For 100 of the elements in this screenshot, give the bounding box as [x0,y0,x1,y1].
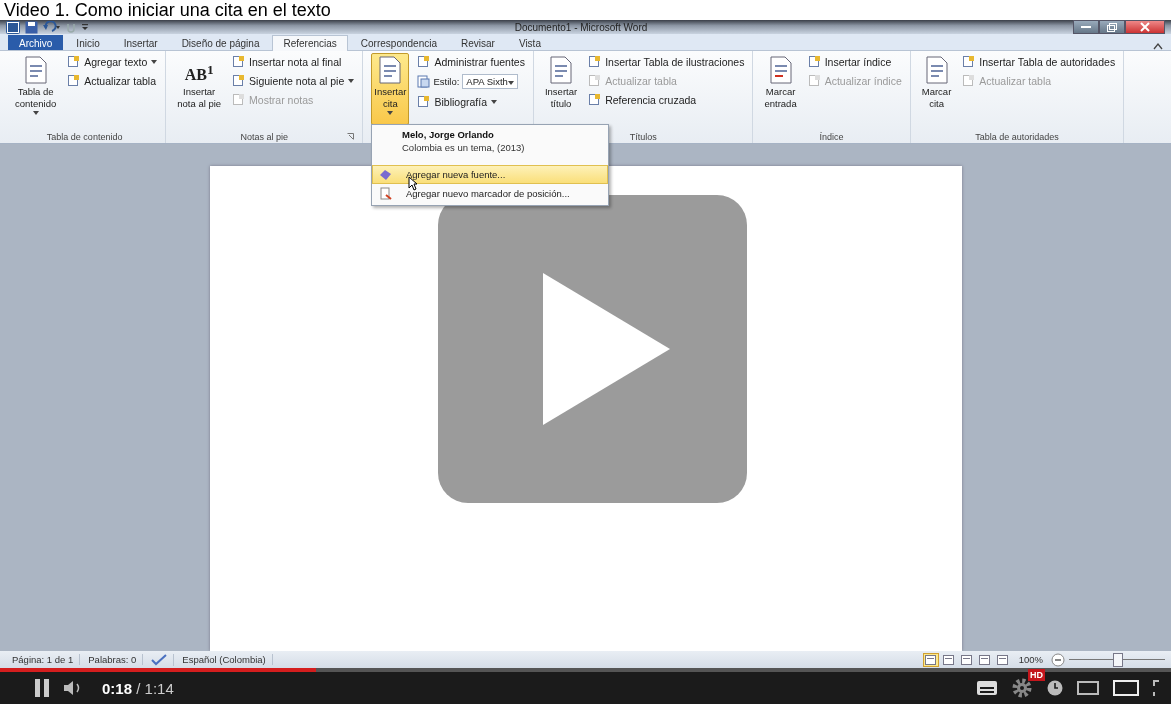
document-icon [588,93,602,106]
ribbon-button[interactable]: Siguiente nota al pie [232,74,355,87]
ribbon-tab[interactable]: Revisar [450,35,506,50]
zoom-out-icon[interactable] [1051,652,1065,667]
close-button[interactable] [1125,20,1165,34]
document-icon [962,74,976,87]
ribbon-group-label: Notas al pie [240,131,288,142]
ribbon-group-label: Tabla de autoridades [975,131,1059,142]
document-icon [67,55,81,68]
citation-menu-item[interactable]: Melo, Jorge Orlando Colombia es un tema, (2013) [372,127,608,165]
ribbon-tab[interactable]: Correspondencia [349,35,448,50]
undo-icon[interactable] [43,21,61,33]
style-label: Estilo: [433,76,460,87]
caret-icon [491,99,497,104]
view-button[interactable] [958,652,975,667]
view-icon [943,654,955,665]
status-text[interactable]: Español (Colombia) [176,654,273,665]
minimize-ribbon-icon[interactable] [1153,42,1163,50]
document-icon [417,95,431,108]
ribbon-group-label: Índice [819,131,844,142]
ribbon-tab[interactable]: Vista [507,35,552,50]
document-icon [923,56,950,84]
video-duration: 1:14 [144,679,174,697]
redo-icon[interactable] [66,21,76,33]
view-button[interactable] [922,652,939,667]
menu-item[interactable]: Agregar nueva fuente... [372,165,608,184]
ribbon-large-button[interactable]: Insertar cita [371,53,410,125]
caret-icon [32,111,39,115]
proofing-check-icon[interactable] [151,653,168,666]
document-icon [767,56,794,84]
document-icon [588,55,602,68]
large-player-icon[interactable] [1113,680,1139,696]
footnote-glyph-icon: AB$^{1}$ [184,56,214,84]
ribbon-button[interactable]: Bibliografía [417,95,525,108]
style-icon [417,75,431,88]
caret-icon [151,59,158,64]
play-pause-button[interactable] [34,679,50,697]
hd-badge: HD [1028,669,1045,681]
document-icon [807,55,821,68]
ribbon-button[interactable]: Actualizar tabla [67,74,158,87]
document-icon [232,74,246,87]
document-icon [22,56,49,84]
ribbon-tab[interactable]: Diseño de página [170,35,271,50]
zoom-slider-thumb[interactable] [1113,652,1123,667]
restore-icon [1107,22,1117,32]
ribbon-button[interactable]: Administrar fuentes [417,55,525,68]
video-caption: Video 1. Como iniciar una cita en el texto [3,0,332,20]
view-icon [979,654,991,665]
save-icon[interactable] [25,20,38,34]
restore-button[interactable] [1099,20,1125,34]
style-dropdown[interactable]: APA Sixth [462,74,518,89]
menu-item[interactable]: Agregar nuevo marcador de posición... [372,184,608,203]
ribbon-large-button[interactable]: Marcar entrada [761,53,800,125]
minimize-button[interactable] [1073,20,1099,34]
ribbon-button[interactable]: Insertar Tabla de ilustraciones [588,55,745,68]
current-time: 0:18 [102,679,133,697]
document-icon [548,56,575,84]
document-icon [67,74,81,87]
document-icon [232,55,246,68]
captions-icon[interactable] [977,681,997,695]
caret-icon [387,111,394,115]
ribbon-large-button[interactable]: Insertar título [541,53,581,125]
view-button[interactable] [976,652,993,667]
fullscreen-icon[interactable] [1153,680,1161,696]
ribbon-large-button[interactable]: Tabla de contenido [12,53,60,125]
view-button[interactable] [994,652,1011,667]
ribbon-button[interactable]: Insertar índice [807,55,902,68]
dialog-launcher-icon[interactable] [347,133,355,140]
zoom-level[interactable]: 100% [1018,654,1043,665]
settings-icon[interactable] [1011,677,1033,699]
status-text[interactable]: Palabras: 0 [82,654,144,665]
document-icon [588,74,602,87]
ribbon-tab[interactable]: Archivo [8,35,64,50]
ribbon-button[interactable]: Referencia cruzada [588,93,745,106]
ribbon-tab[interactable]: Inicio [65,35,111,50]
customize-toolbar-icon[interactable] [81,22,89,32]
ribbon-large-button[interactable]: AB$^{1}$ Insertar nota al pie [174,53,225,125]
ribbon-tab[interactable]: Insertar [112,35,169,50]
ribbon-button[interactable]: Agregar texto [67,55,158,68]
caret-icon [348,78,355,83]
ribbon-group-label: Títulos [629,131,657,142]
close-icon [1140,22,1150,32]
document-icon [807,74,821,87]
ribbon-group-label: Tabla de contenido [46,131,123,142]
watch-later-icon[interactable] [1047,680,1063,696]
view-icon [925,654,937,665]
ribbon-button[interactable]: Insertar nota al final [232,55,355,68]
ribbon-button[interactable]: Insertar Tabla de autoridades [962,55,1116,68]
document-icon [377,56,404,84]
window-title: Documento1 - Microsoft Word [513,21,649,33]
small-player-icon[interactable] [1077,681,1099,695]
ribbon-tab[interactable]: Referencias [272,35,348,51]
view-button[interactable] [940,652,957,667]
status-text[interactable]: Página: 1 de 1 [6,654,81,665]
time-separator: / [136,679,141,697]
view-icon [997,654,1009,665]
minimize-icon [1081,25,1091,29]
placeholder-icon [379,187,392,200]
word-app-icon[interactable] [6,20,20,34]
ribbon-large-button[interactable]: Marcar cita [918,53,955,125]
